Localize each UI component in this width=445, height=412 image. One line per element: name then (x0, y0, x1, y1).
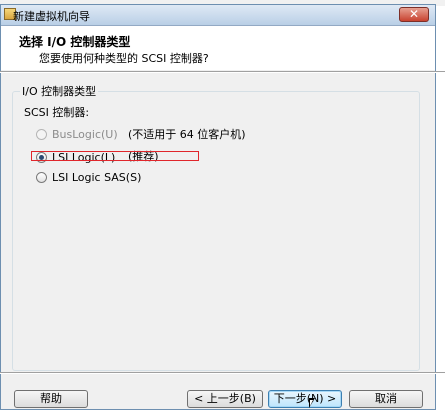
lsi-logic-sas-label: LSI Logic SAS(S) (52, 170, 142, 184)
page-title: 选择 I/O 控制器类型 (19, 35, 131, 49)
option-lsi-logic-sas[interactable]: LSI Logic SAS(S) (36, 170, 141, 184)
group-legend: I/O 控制器类型 (20, 83, 99, 99)
help-button[interactable]: 帮助 (14, 390, 88, 408)
wizard-header: 选择 I/O 控制器类型 您要使用何种类型的 SCSI 控制器? (1, 26, 435, 70)
option-buslogic: BusLogic(U) (36, 127, 118, 141)
header-divider (0, 71, 445, 73)
back-button[interactable]: < 上一步(B) (187, 390, 263, 408)
cancel-button[interactable]: 取消 (349, 390, 423, 408)
footer-divider (0, 372, 445, 374)
buslogic-label: BusLogic(U) (52, 127, 118, 141)
title-bar[interactable]: 新建虚拟机向导 ✕ (1, 5, 435, 26)
scsi-controller-label: SCSI 控制器: (24, 106, 90, 119)
buslogic-note: (不适用于 64 位客户机) (128, 128, 246, 141)
window-title: 新建虚拟机向导 (13, 10, 90, 23)
lsi-logic-sas-radio[interactable] (36, 171, 47, 183)
close-button[interactable]: ✕ (399, 7, 429, 22)
mouse-cursor-fill (310, 400, 313, 406)
page-subtitle: 您要使用何种类型的 SCSI 控制器? (39, 52, 209, 65)
buslogic-radio (36, 128, 47, 140)
selection-highlight-box (31, 151, 199, 161)
next-button[interactable]: 下一步(N) > (268, 390, 342, 408)
close-icon: ✕ (408, 7, 420, 21)
